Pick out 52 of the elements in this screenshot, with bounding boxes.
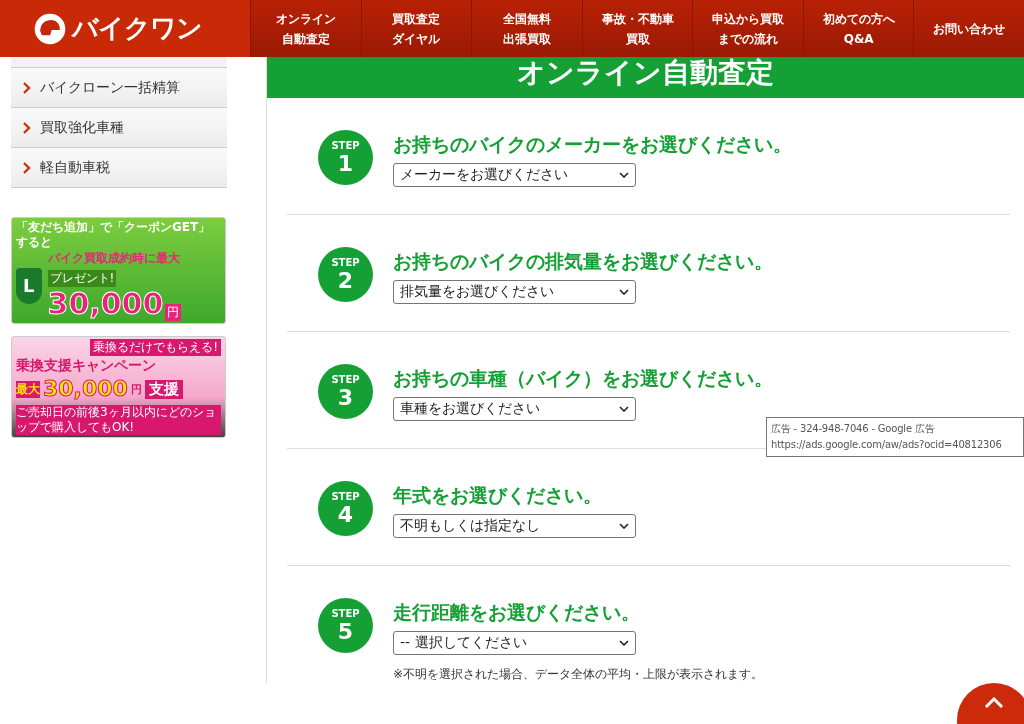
banner-amount: 30,000	[43, 376, 128, 402]
banner-text: バイク買取成約時に最大	[47, 250, 180, 267]
caret-icon	[619, 289, 629, 295]
logo-text: バイクワン	[72, 12, 202, 45]
nav-link[interactable]: 事故・不動車 買取	[581, 0, 693, 57]
caret-icon	[619, 640, 629, 646]
sidebar-link[interactable]: 買取強化車種	[11, 108, 227, 148]
caret-up-icon	[984, 697, 1004, 709]
banner-text: 最大	[16, 380, 40, 398]
step-badge: STEP 1	[318, 130, 373, 185]
banner-text: 「友だち追加」で「クーポンGET」すると	[16, 220, 212, 250]
step-heading: 年式をお選びください。	[393, 483, 603, 508]
sidebar-link[interactable]: 軽自動車税	[11, 148, 227, 188]
banner-tag: 乗換るだけでもらえる!	[90, 339, 221, 356]
banner-tag: プレゼント!	[47, 270, 117, 287]
select-field[interactable]: 排気量をお選びください	[393, 280, 636, 304]
step-badge: STEP 5	[318, 598, 373, 653]
banner-title: 乗換支援キャンペーン	[16, 357, 157, 375]
banner-badge: 支援	[144, 379, 183, 399]
nav-link[interactable]: 初めての方へ Q&A	[802, 0, 914, 57]
step-heading: お持ちのバイクのメーカーをお選びください。	[393, 132, 792, 157]
banner-unit: 円	[165, 304, 182, 321]
select-field[interactable]: 車種をお選びください	[393, 397, 636, 421]
chevron-icon	[23, 81, 31, 94]
step-heading: 走行距離をお選びください。	[393, 600, 641, 625]
nav-link[interactable]: 全国無料 出張買取	[471, 0, 582, 57]
select-field[interactable]: -- 選択してください	[393, 631, 636, 655]
tooltip: 広告 - 324-948-7046 - Google 広告 https://ads.google.com/aw/ads?ocid=40812306	[766, 417, 1024, 457]
banner-unit: 円	[130, 381, 142, 397]
logo[interactable]: バイクワン	[0, 0, 250, 57]
step-heading: お持ちのバイクの排気量をお選びください。	[393, 249, 773, 274]
caret-icon	[619, 523, 629, 529]
note-text: ※不明を選択された場合、データ全体の平均・上限が表示されます。	[393, 666, 764, 683]
chevron-icon	[23, 121, 31, 134]
caret-icon	[619, 406, 629, 412]
chevron-icon	[23, 161, 31, 174]
nav-link[interactable]: 買取査定 ダイヤル	[360, 0, 472, 57]
page-title: オンライン自動査定	[517, 57, 774, 89]
banner-amount: 30,000	[47, 287, 164, 321]
nav-link[interactable]: オンライン 自動査定	[250, 0, 361, 57]
nav-link[interactable]: お問い合わせ	[913, 0, 1024, 57]
step-badge: STEP 3	[318, 364, 373, 419]
step-badge: STEP 4	[318, 481, 373, 536]
banner-text: ご売却日の前後3ヶ月以内にどのショップで購入してもOK!	[16, 405, 221, 435]
step-badge: STEP 2	[318, 247, 373, 302]
shield-badge: L	[16, 267, 42, 304]
sidebar-link[interactable]: バイクローン一括精算	[11, 68, 227, 108]
select-field[interactable]: 不明もしくは指定なし	[393, 514, 636, 538]
select-field[interactable]: メーカーをお選びください	[393, 163, 636, 187]
nav-link[interactable]: 申込から買取 までの流れ	[692, 0, 803, 57]
step-heading: お持ちの車種（バイク）をお選びください。	[393, 366, 773, 391]
caret-icon	[619, 172, 629, 178]
